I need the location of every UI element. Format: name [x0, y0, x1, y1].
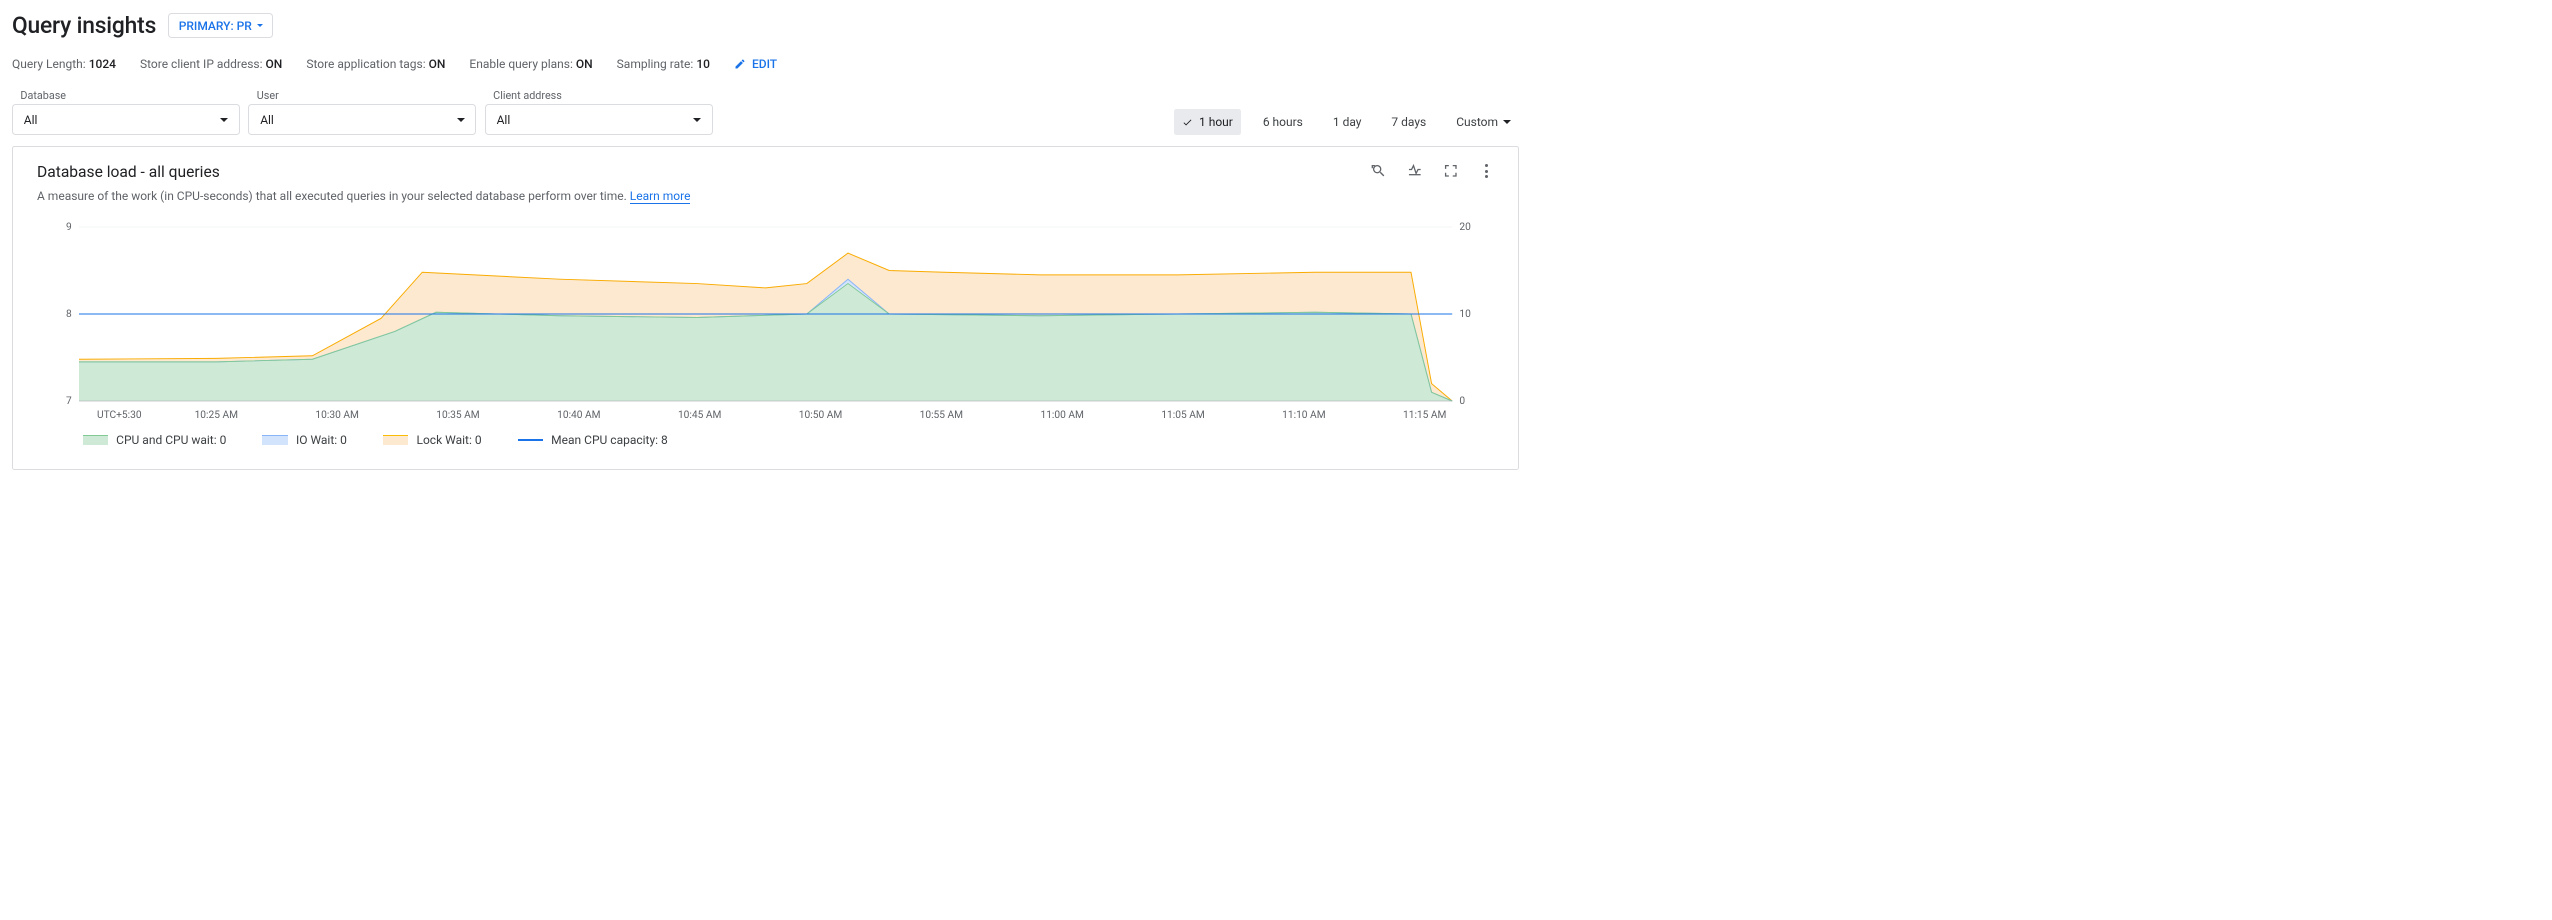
svg-text:10:55 AM: 10:55 AM	[920, 409, 964, 420]
svg-text:10:25 AM: 10:25 AM	[195, 409, 239, 420]
edit-button[interactable]: EDIT	[734, 57, 777, 71]
svg-text:11:15 AM: 11:15 AM	[1403, 409, 1447, 420]
more-options-icon[interactable]	[1479, 163, 1495, 179]
legend-cpu[interactable]: CPU and CPU wait: 0	[83, 433, 227, 447]
swatch-blue-icon	[262, 435, 287, 445]
zoom-reset-icon[interactable]	[1371, 163, 1387, 179]
filter-database-select[interactable]: All	[12, 104, 240, 134]
page-title: Query insights	[12, 12, 156, 39]
svg-text:9: 9	[66, 222, 72, 233]
svg-text:10: 10	[1459, 309, 1471, 320]
chart-legend: CPU and CPU wait: 0 IO Wait: 0 Lock Wait…	[37, 425, 1494, 447]
svg-text:8: 8	[66, 309, 72, 320]
learn-more-link[interactable]: Learn more	[630, 189, 691, 204]
chevron-down-icon	[1503, 120, 1511, 124]
chart-card-title: Database load - all queries	[37, 163, 690, 181]
legend-io[interactable]: IO Wait: 0	[262, 433, 347, 447]
svg-text:11:00 AM: 11:00 AM	[1040, 409, 1084, 420]
fullscreen-icon[interactable]	[1443, 163, 1459, 179]
pencil-icon	[734, 58, 746, 70]
svg-text:10:30 AM: 10:30 AM	[315, 409, 359, 420]
legend-toggle-icon[interactable]	[1407, 163, 1423, 179]
svg-text:UTC+5:30: UTC+5:30	[97, 409, 142, 420]
chevron-down-icon	[457, 118, 465, 122]
check-icon	[1182, 116, 1193, 127]
swatch-orange-icon	[383, 435, 408, 445]
settings-row: Query Length: 1024 Store client IP addre…	[12, 57, 1519, 71]
filter-user-select[interactable]: All	[248, 104, 476, 134]
time-range-7days[interactable]: 7 days	[1383, 109, 1435, 135]
svg-text:10:35 AM: 10:35 AM	[436, 409, 480, 420]
svg-text:0: 0	[1459, 396, 1465, 407]
swatch-line-icon	[518, 439, 543, 440]
setting-store-ip: Store client IP address: ON	[140, 57, 282, 71]
edit-label: EDIT	[752, 57, 777, 71]
time-range-1hour[interactable]: 1 hour	[1174, 109, 1241, 135]
setting-query-plans: Enable query plans: ON	[469, 57, 592, 71]
svg-text:11:10 AM: 11:10 AM	[1282, 409, 1326, 420]
svg-text:10:50 AM: 10:50 AM	[799, 409, 843, 420]
chart-card-desc: A measure of the work (in CPU-seconds) t…	[37, 189, 690, 203]
setting-sampling-rate: Sampling rate: 10	[617, 57, 710, 71]
filter-user-label: User	[248, 89, 476, 102]
primary-instance-chip[interactable]: PRIMARY: PR	[168, 13, 273, 39]
svg-text:7: 7	[66, 396, 72, 407]
svg-text:10:45 AM: 10:45 AM	[678, 409, 722, 420]
time-range: 1 hour 6 hours 1 day 7 days Custom	[1174, 109, 1519, 135]
setting-store-tags: Store application tags: ON	[306, 57, 445, 71]
setting-query-length: Query Length: 1024	[12, 57, 116, 71]
time-range-6hours[interactable]: 6 hours	[1254, 109, 1311, 135]
filter-database-label: Database	[12, 89, 240, 102]
database-load-chart: 7 8 9 0 10 20 UTC+5:30 10:25 AM 10:30 AM 10:35 AM…	[37, 221, 1494, 425]
time-range-custom[interactable]: Custom	[1448, 109, 1519, 135]
svg-text:10:40 AM: 10:40 AM	[557, 409, 601, 420]
time-range-1day[interactable]: 1 day	[1324, 109, 1369, 135]
chart-card: Database load - all queries A measure of…	[12, 146, 1519, 470]
filter-client-label: Client address	[485, 89, 713, 102]
svg-text:20: 20	[1459, 222, 1471, 233]
chevron-down-icon	[693, 118, 701, 122]
chevron-down-icon	[220, 118, 228, 122]
chevron-down-icon	[257, 24, 263, 27]
swatch-green-icon	[83, 435, 108, 445]
legend-mean[interactable]: Mean CPU capacity: 8	[518, 433, 668, 447]
primary-chip-label: PRIMARY: PR	[179, 19, 252, 33]
legend-lock[interactable]: Lock Wait: 0	[383, 433, 482, 447]
filter-client-select[interactable]: All	[485, 104, 713, 134]
svg-text:11:05 AM: 11:05 AM	[1161, 409, 1205, 420]
